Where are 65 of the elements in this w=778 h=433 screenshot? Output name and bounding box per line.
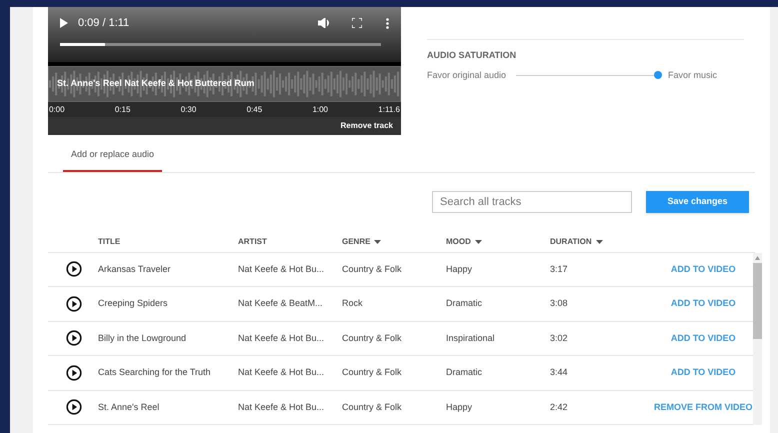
track-artist: Nat Keefe & Hot Bu... — [238, 332, 326, 344]
volume-icon[interactable] — [318, 18, 330, 28]
play-icon[interactable] — [66, 330, 82, 346]
scrollbar[interactable] — [752, 252, 762, 425]
tab[interactable]: Add or replace audio — [63, 148, 162, 172]
track-title: St. Anne's Reel — [98, 400, 160, 414]
track-artist: Nat Keefe & Hot Bu... — [238, 400, 326, 414]
track-title: Billy in the Lowground — [98, 332, 188, 345]
timeline-tick: 1:11.6 — [378, 104, 400, 116]
track-action-link[interactable]: ADD TO VIDEO — [670, 262, 736, 276]
play-icon[interactable] — [66, 296, 82, 312]
timeline-tick: 1:00 — [312, 104, 328, 116]
column-header[interactable]: MOOD — [446, 236, 471, 248]
track-action-link[interactable]: REMOVE FROM VIDEO — [654, 400, 753, 414]
more-icon[interactable] — [386, 18, 389, 28]
column-header: TITLE — [98, 236, 120, 248]
column-header: ARTIST — [238, 236, 267, 248]
track-label: St. Anne's Reel Nat Keefe & Hot Buttered Rum — [57, 77, 254, 90]
search-field[interactable]: Search all tracks — [432, 190, 632, 212]
slider-max-label: Favor music — [668, 68, 718, 82]
track-title: Cats Searching for the Truth — [98, 366, 212, 379]
track-mood: Happy — [446, 400, 474, 414]
track-duration: 3:17 — [550, 262, 569, 276]
play-icon[interactable] — [66, 399, 82, 416]
track-duration: 3:44 — [550, 366, 569, 379]
column-header[interactable]: GENRE — [342, 236, 370, 248]
fullscreen-icon[interactable] — [352, 18, 362, 28]
slider-thumb[interactable] — [654, 71, 662, 80]
track-mood: Happy — [446, 262, 474, 276]
track-mood: Dramatic — [446, 297, 484, 310]
track-artist: Nat Keefe & BeatM... — [238, 297, 324, 310]
track-genre: Country & Folk — [342, 332, 403, 345]
track-artist: Nat Keefe & Hot Bu... — [238, 262, 326, 276]
track-genre: Country & Folk — [342, 262, 403, 276]
timeline-tick: 0:00 — [49, 104, 65, 116]
play-icon[interactable] — [66, 364, 82, 381]
track-genre: Country & Folk — [342, 400, 403, 414]
track-mood: Dramatic — [446, 366, 484, 379]
section-heading: AUDIO SATURATION — [427, 49, 518, 62]
column-header[interactable]: DURATION — [550, 236, 592, 248]
track-title: Arkansas Traveler — [98, 262, 172, 276]
sort-caret-icon — [374, 240, 382, 244]
remove-track-button[interactable]: Remove track — [340, 120, 393, 132]
slider-min-label: Favor original audio — [427, 68, 506, 82]
progress-track[interactable] — [60, 43, 381, 46]
track-duration: 3:08 — [550, 297, 569, 310]
timeline-tick: 0:45 — [246, 104, 262, 116]
track-duration: 2:42 — [550, 400, 569, 414]
track-mood: Inspirational — [446, 332, 496, 345]
track-action-link[interactable]: ADD TO VIDEO — [670, 297, 736, 310]
time-display: 0:09 / 1:11 — [78, 16, 130, 31]
timeline-tick: 0:30 — [180, 104, 196, 116]
track-genre: Rock — [342, 297, 364, 310]
sort-caret-icon — [474, 240, 482, 244]
timeline-tick: 0:15 — [114, 104, 130, 116]
track-action-link[interactable]: ADD TO VIDEO — [670, 366, 736, 380]
track-genre: Country & Folk — [342, 366, 403, 379]
track-artist: Nat Keefe & Hot Bu... — [238, 366, 326, 379]
play-icon[interactable] — [60, 18, 68, 28]
sort-caret-icon — [596, 240, 603, 244]
play-icon[interactable] — [66, 261, 82, 278]
track-duration: 3:02 — [550, 332, 569, 344]
track-action-link[interactable]: ADD TO VIDEO — [670, 332, 736, 345]
track-title: Creeping Spiders — [98, 297, 169, 310]
save-changes-button[interactable]: Save changes — [646, 190, 749, 212]
